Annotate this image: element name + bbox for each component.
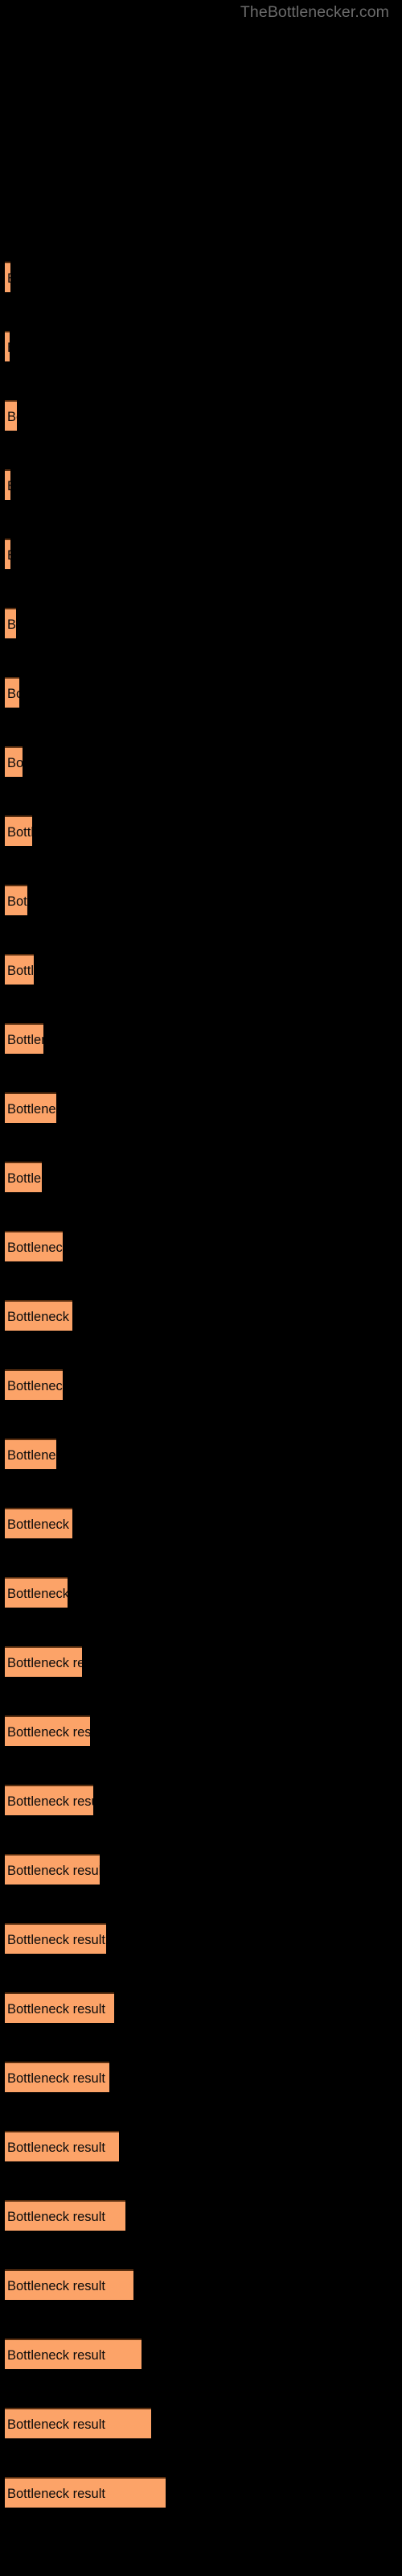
- chart-bar[interactable]: Bottleneck result: [5, 1646, 82, 1677]
- chart-bar-label: Bottleneck result: [7, 2487, 105, 2501]
- chart-bar-label: Bottleneck result: [7, 894, 27, 909]
- chart-bar-label: Bottleneck result: [7, 687, 19, 701]
- chart-bar-label: Bottleneck result: [7, 332, 10, 361]
- chart-bar[interactable]: Bottleneck result: [5, 1300, 72, 1331]
- chart-bar-label: Bottleneck result: [7, 1241, 63, 1255]
- chart-bar[interactable]: Bottleneck result: [5, 1023, 43, 1054]
- chart-bar[interactable]: Bottleneck result: [5, 2062, 109, 2092]
- chart-bar-label: Bottleneck result: [7, 2210, 105, 2224]
- chart-bar-label: Bottleneck result: [7, 1171, 42, 1186]
- chart-bar-label: Bottleneck result: [7, 617, 16, 632]
- chart-bar[interactable]: Bottleneck result: [5, 1508, 72, 1538]
- chart-bar-label: Bottleneck result: [7, 2279, 105, 2293]
- chart-bar-label: Bottleneck result: [7, 1102, 56, 1117]
- chart-bar-label: Bottleneck result: [7, 2002, 105, 2017]
- chart-bar[interactable]: Bottleneck result: [5, 2339, 142, 2369]
- chart-bar[interactable]: Bottleneck result: [5, 1992, 114, 2023]
- chart-bar[interactable]: Bottleneck result: [5, 1715, 90, 1746]
- chart-bar[interactable]: Bottleneck result: [5, 331, 10, 361]
- chart-bar[interactable]: Bottleneck result: [5, 1369, 63, 1400]
- chart-bar[interactable]: Bottleneck result: [5, 677, 19, 708]
- chart-bar[interactable]: Bottleneck result: [5, 539, 10, 569]
- chart-bar-label: Bottleneck result: [7, 1448, 56, 1463]
- chart-bar-label: Bottleneck result: [7, 410, 17, 424]
- chart-bar-label: Bottleneck result: [7, 964, 34, 978]
- chart-bar[interactable]: Bottleneck result: [5, 885, 27, 915]
- chart-bar[interactable]: Bottleneck result: [5, 1092, 56, 1123]
- chart-bar[interactable]: Bottleneck result: [5, 2200, 125, 2231]
- bar-chart-plot-area: Bottleneck result Bottleneck result Bottle…: [0, 0, 402, 2576]
- chart-bar[interactable]: Bottleneck result: [5, 1785, 93, 1815]
- chart-bar-label: Bottleneck result: [7, 471, 10, 500]
- chart-bar-label: Bottleneck result: [7, 2071, 105, 2086]
- chart-bar-label: Bottleneck result: [7, 1310, 72, 1324]
- chart-bar-label: Bottleneck result: [7, 1725, 90, 1740]
- chart-bar[interactable]: Bottleneck result: [5, 746, 23, 777]
- chart-bar[interactable]: Bottleneck result: [5, 1231, 63, 1261]
- chart-bar[interactable]: Bottleneck result: [5, 815, 32, 846]
- chart-bar[interactable]: Bottleneck result: [5, 954, 34, 985]
- chart-bar-label: Bottleneck result: [7, 1587, 68, 1601]
- chart-bar[interactable]: Bottleneck result: [5, 1439, 56, 1469]
- chart-bar[interactable]: Bottleneck result: [5, 2477, 166, 2508]
- chart-bar[interactable]: Bottleneck result: [5, 1854, 100, 1885]
- chart-bar[interactable]: Bottleneck result: [5, 1923, 106, 1954]
- chart-bar[interactable]: Bottleneck result: [5, 400, 17, 431]
- chart-bar-label: Bottleneck result: [7, 1864, 100, 1878]
- chart-bar-label: Bottleneck result: [7, 540, 10, 569]
- chart-bar[interactable]: Bottleneck result: [5, 2408, 151, 2438]
- chart-bar[interactable]: Bottleneck result: [5, 469, 10, 500]
- chart-bar-label: Bottleneck result: [7, 756, 23, 770]
- chart-bar-label: Bottleneck result: [7, 1379, 63, 1393]
- chart-bar[interactable]: Bottleneck result: [5, 262, 10, 292]
- chart-bar[interactable]: Bottleneck result: [5, 1162, 42, 1192]
- chart-bar-label: Bottleneck result: [7, 2417, 105, 2432]
- chart-bar-label: Bottleneck result: [7, 2140, 105, 2155]
- chart-bar-label: Bottleneck result: [7, 1794, 93, 1809]
- chart-bar[interactable]: Bottleneck result: [5, 608, 16, 638]
- chart-bar-label: Bottleneck result: [7, 1517, 72, 1532]
- chart-bar-label: Bottleneck result: [7, 1033, 43, 1047]
- chart-bar[interactable]: Bottleneck result: [5, 1577, 68, 1608]
- chart-bar-label: Bottleneck result: [7, 825, 32, 840]
- chart-bar-label: Bottleneck result: [7, 2348, 105, 2363]
- chart-root: TheBottlenecker.com Bottleneck resultBot…: [0, 0, 402, 2576]
- chart-bar-label: Bottleneck result: [7, 1656, 82, 1670]
- chart-bar-label: Bottleneck result: [7, 1933, 105, 1947]
- chart-bar[interactable]: Bottleneck result: [5, 2269, 133, 2300]
- chart-bar-label: Bottleneck result: [7, 263, 10, 292]
- chart-bar[interactable]: Bottleneck result: [5, 2131, 119, 2161]
